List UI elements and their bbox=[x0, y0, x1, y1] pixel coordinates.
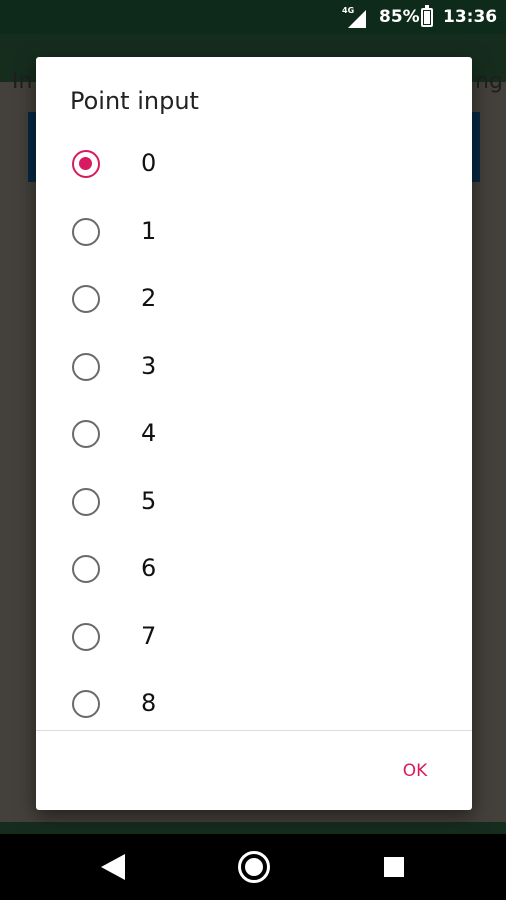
radio-unchecked-icon[interactable] bbox=[72, 487, 100, 516]
radio-unchecked-icon[interactable] bbox=[72, 217, 100, 246]
radio-option-8[interactable]: 8 bbox=[36, 670, 472, 730]
radio-unchecked-icon[interactable] bbox=[72, 555, 100, 583]
status-bar: 4G 85% 13:36 bbox=[0, 0, 506, 34]
home-icon[interactable] bbox=[238, 851, 270, 883]
back-icon[interactable] bbox=[101, 854, 125, 880]
battery-level bbox=[424, 11, 430, 24]
radio-option-1[interactable]: 1 bbox=[36, 198, 472, 265]
radio-option-label: 3 bbox=[141, 351, 157, 380]
radio-checked-icon[interactable] bbox=[72, 150, 100, 178]
radio-option-label: 6 bbox=[141, 554, 157, 582]
radio-option-0[interactable]: 0 bbox=[36, 130, 472, 197]
radio-unchecked-icon[interactable] bbox=[72, 352, 100, 381]
radio-option-2[interactable]: 2 bbox=[36, 265, 472, 332]
battery-icon bbox=[421, 5, 433, 27]
radio-option-label: 1 bbox=[141, 216, 157, 245]
radio-option-label: 8 bbox=[141, 689, 157, 717]
network-type: 4G bbox=[342, 6, 355, 15]
point-input-dialog: Point input 0 1 2 3 4 5 6 7 8 OK bbox=[36, 57, 472, 810]
radio-option-5[interactable]: 5 bbox=[36, 468, 472, 535]
clock: 13:36 bbox=[443, 7, 498, 27]
radio-option-label: 4 bbox=[141, 419, 157, 447]
radio-unchecked-icon[interactable] bbox=[72, 690, 100, 718]
radio-option-3[interactable]: 3 bbox=[36, 333, 472, 400]
radio-option-label: 7 bbox=[141, 621, 157, 650]
radio-option-4[interactable]: 4 bbox=[36, 400, 472, 467]
radio-option-7[interactable]: 7 bbox=[36, 603, 472, 670]
dialog-divider bbox=[36, 730, 472, 731]
radio-option-label: 5 bbox=[141, 486, 157, 515]
radio-option-6[interactable]: 6 bbox=[36, 535, 472, 602]
recents-icon[interactable] bbox=[384, 857, 404, 877]
navigation-bar bbox=[0, 834, 506, 900]
radio-unchecked-icon[interactable] bbox=[72, 622, 100, 651]
battery-percent: 85% bbox=[379, 7, 420, 27]
option-list[interactable]: 0 1 2 3 4 5 6 7 8 bbox=[36, 130, 472, 730]
radio-option-label: 2 bbox=[141, 284, 157, 312]
ok-button[interactable]: OK bbox=[380, 752, 450, 790]
signal-icon: 4G bbox=[342, 6, 368, 30]
radio-option-label: 0 bbox=[141, 149, 157, 177]
radio-unchecked-icon[interactable] bbox=[72, 420, 100, 448]
radio-unchecked-icon[interactable] bbox=[72, 285, 100, 313]
dialog-title: Point input bbox=[70, 87, 199, 115]
